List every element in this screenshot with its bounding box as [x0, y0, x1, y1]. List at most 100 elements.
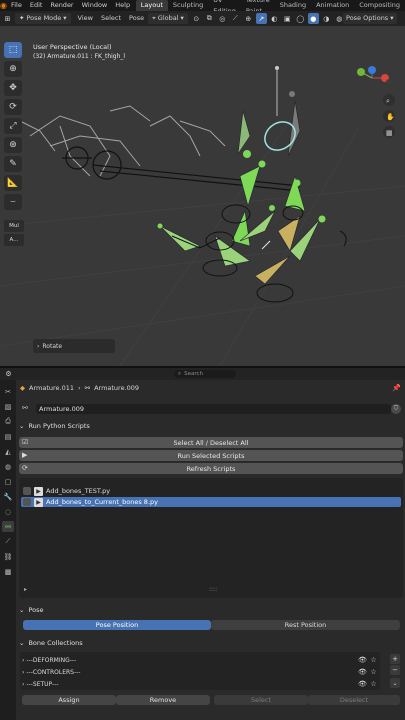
menu-edit[interactable]: Edit: [26, 0, 47, 11]
chevron-down-icon: ▾: [390, 14, 394, 22]
run-selected-scripts-button[interactable]: ▶ Run Selected Scripts: [19, 450, 403, 461]
select-all-deselect-all-button[interactable]: ☑ Select All / Deselect All: [19, 437, 403, 448]
pivot-icon[interactable]: ⊙: [191, 13, 202, 24]
menu-help[interactable]: Help: [111, 0, 134, 11]
star-icon[interactable]: ☆: [369, 679, 378, 689]
view-layer-tab-icon[interactable]: ▤: [2, 431, 14, 442]
mode-selector[interactable]: ✦ Pose Mode ▾: [15, 13, 71, 24]
panel-bone-collections[interactable]: ⌄ Bone Collections: [19, 637, 403, 649]
list-item[interactable]: › ---DEFORMING---: [22, 655, 367, 665]
star-icon[interactable]: ☆: [369, 667, 378, 677]
pose-options-label: Pose Options: [346, 14, 389, 22]
editor-type-icon[interactable]: ⊞: [2, 13, 13, 24]
workspace-tab-sculpting[interactable]: Sculpting: [168, 0, 208, 11]
list-item[interactable]: › ---SETUP---: [22, 679, 367, 689]
workspace-tab-animation[interactable]: Animation: [311, 0, 354, 11]
armature-data-tab-icon[interactable]: ⚯: [2, 521, 14, 532]
tool-tab-icon[interactable]: ✂: [2, 386, 14, 397]
play-icon[interactable]: ▶: [34, 497, 43, 507]
bone-size-tool-icon[interactable]: ⌣: [4, 194, 22, 210]
panel-run-python-scripts[interactable]: ⌄ Run Python Scripts: [19, 420, 403, 432]
list-resize-grip[interactable]: ::::: [209, 586, 217, 593]
menu-render[interactable]: Render: [46, 0, 77, 11]
script-checkbox[interactable]: [23, 498, 31, 506]
list-filter-toggle-icon[interactable]: ▸: [24, 586, 27, 593]
scene-tab-icon[interactable]: ◭: [2, 446, 14, 457]
orientation-selector[interactable]: ⌖ Global ▾: [148, 13, 188, 24]
pose-position-button[interactable]: Pose Position: [23, 620, 211, 630]
overlays-icon[interactable]: ◐: [269, 13, 280, 24]
refresh-scripts-button[interactable]: ⟳ Refresh Scripts: [19, 463, 403, 474]
menu-view[interactable]: View: [74, 11, 97, 26]
list-item[interactable]: ▶ Add_bones_to_Current_bones 8.py: [21, 497, 401, 507]
script-checkbox[interactable]: [23, 487, 31, 495]
transform-tool-icon[interactable]: ⊛: [4, 137, 22, 153]
workspace-tab-shading[interactable]: Shading: [275, 0, 311, 11]
shading-material-icon[interactable]: ◑: [321, 13, 332, 24]
render-tab-icon[interactable]: ▨: [2, 401, 14, 412]
proportional-edit-icon[interactable]: ◎: [217, 13, 228, 24]
shading-wireframe-icon[interactable]: ◯: [295, 13, 306, 24]
3d-viewport[interactable]: User Perspective (Local) (32) Armature.0…: [0, 26, 405, 366]
panel-pose[interactable]: ⌄ Pose: [19, 604, 403, 616]
modifier-tab-icon[interactable]: 🔧: [2, 491, 14, 502]
fake-user-shield-icon[interactable]: ⛉: [391, 404, 401, 414]
remove-button[interactable]: Remove: [116, 695, 210, 705]
object-tab-icon[interactable]: ▢: [2, 476, 14, 487]
add-collection-button[interactable]: +: [390, 654, 400, 664]
xray-bone-icon[interactable]: ⟋: [230, 13, 241, 24]
workspace-tab-layout[interactable]: Layout: [135, 0, 168, 11]
workspace-tab-compositing[interactable]: Compositing: [354, 0, 405, 11]
rest-position-button[interactable]: Rest Position: [211, 620, 400, 630]
properties-search-input[interactable]: ⌕ Search: [174, 370, 236, 378]
eye-icon[interactable]: 👁: [358, 667, 367, 677]
armature-name-field[interactable]: Armature.009: [36, 404, 391, 414]
star-icon[interactable]: ☆: [369, 655, 378, 665]
physics-tab-icon[interactable]: ◌: [2, 506, 14, 517]
xray-toggle-icon[interactable]: ▣: [282, 13, 293, 24]
assign-button[interactable]: Assign: [22, 695, 116, 705]
pin-icon[interactable]: 📌: [392, 384, 401, 392]
chevron-right-icon: ›: [22, 656, 25, 664]
snap-icon[interactable]: ⧉: [204, 13, 215, 24]
annotate-tool-icon[interactable]: ✎: [4, 156, 22, 172]
cursor-tool-icon[interactable]: ⊕: [4, 61, 22, 77]
menu-window[interactable]: Window: [78, 0, 112, 11]
output-tab-icon[interactable]: ⎙: [2, 416, 14, 427]
deselect-button[interactable]: Deselect: [308, 695, 400, 705]
menu-file[interactable]: File: [7, 0, 26, 11]
navigation-gizmo[interactable]: ⌕ ✋ ▦: [349, 56, 399, 146]
world-tab-icon[interactable]: ◍: [2, 461, 14, 472]
bone-tab-icon[interactable]: ⟋: [2, 536, 14, 547]
last-operator-panel[interactable]: › Rotate: [33, 339, 115, 353]
blender-logo-icon[interactable]: ◉: [0, 0, 7, 11]
move-tool-icon[interactable]: ✥: [4, 80, 22, 96]
select-button[interactable]: Select: [214, 695, 308, 705]
shading-solid-icon[interactable]: ●: [307, 13, 319, 24]
gizmo-toggle-icon[interactable]: ↗: [255, 13, 267, 24]
scale-tool-icon[interactable]: ⤢: [4, 118, 22, 134]
eye-icon[interactable]: 👁: [358, 655, 367, 665]
play-icon[interactable]: ▶: [34, 486, 43, 496]
eye-icon[interactable]: 👁: [358, 679, 367, 689]
script-list[interactable]: ▶ Add_bones_TEST.py ▶ Add_bones_to_Curre…: [19, 478, 403, 598]
list-item[interactable]: › ---CONTROLERS---: [22, 667, 367, 677]
side-tab-mul[interactable]: Mul: [4, 220, 24, 232]
measure-tool-icon[interactable]: 📐: [4, 175, 22, 191]
select-box-tool-icon[interactable]: ⬚: [4, 42, 22, 58]
collection-menu-chevron-icon[interactable]: ⌄: [390, 678, 400, 688]
properties-editor-type-icon[interactable]: ⚙: [3, 369, 14, 380]
remove-collection-button[interactable]: −: [390, 665, 400, 675]
texture-tab-icon[interactable]: ▩: [2, 566, 14, 577]
menu-select[interactable]: Select: [97, 11, 125, 26]
rotate-tool-icon[interactable]: ⟳: [4, 99, 22, 115]
pose-options-button[interactable]: Pose Options ▾: [343, 13, 397, 24]
svg-text:▦: ▦: [386, 129, 393, 137]
menu-pose[interactable]: Pose: [125, 11, 148, 26]
breadcrumb-separator-icon: ›: [78, 384, 81, 392]
list-item[interactable]: ▶ Add_bones_TEST.py: [21, 486, 401, 496]
chevron-down-icon: ▾: [180, 14, 184, 22]
show-gizmo-icon[interactable]: ⊕: [243, 13, 254, 24]
side-tab-a[interactable]: A...: [4, 234, 24, 246]
constraint-tab-icon[interactable]: ⛓: [2, 551, 14, 562]
